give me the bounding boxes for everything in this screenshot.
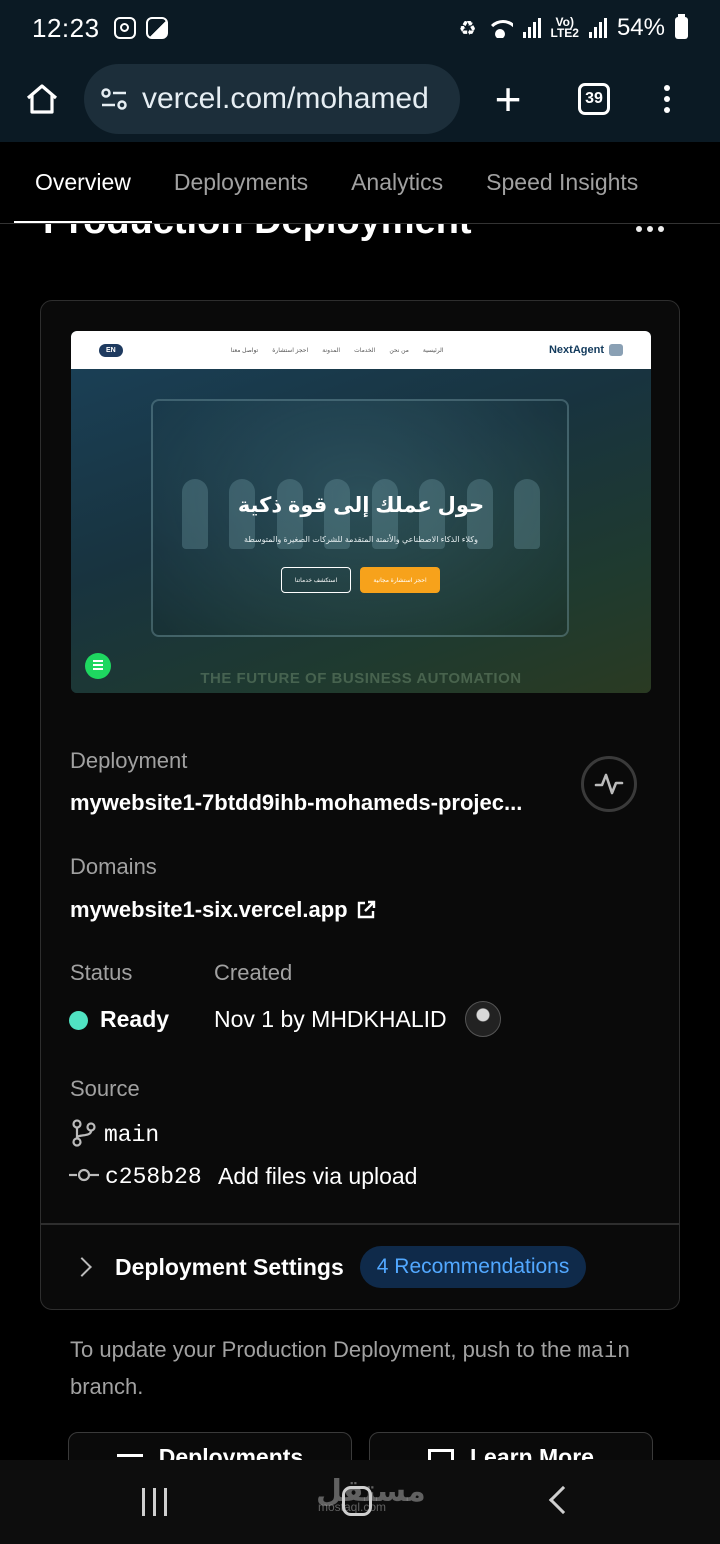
signal-2-icon — [588, 18, 607, 38]
preview-logo: NextAgent — [549, 344, 623, 356]
chevron-right-icon — [72, 1257, 92, 1277]
preview-lang-button: EN — [99, 343, 123, 357]
created-label: Created — [214, 960, 293, 985]
domains-label: Domains — [70, 854, 157, 879]
site-settings-icon[interactable] — [100, 85, 128, 113]
preview-nav-link: الخدمات — [354, 347, 376, 354]
created-value: Nov 1 by MHDKHALID — [214, 1006, 447, 1032]
tab-speed-insights[interactable]: Speed Insights — [486, 142, 638, 223]
status-bar: 12:23 ♻ Vo) LTE2 54% — [0, 0, 720, 56]
git-branch-icon — [72, 1119, 96, 1147]
source-branch[interactable]: main — [104, 1122, 159, 1148]
recommendations-badge[interactable]: 4 Recommendations — [359, 1246, 587, 1288]
preview-nav-link: من نحن — [389, 347, 409, 354]
update-instructions: To update your Production Deployment, pu… — [70, 1337, 631, 1399]
browser-menu-icon[interactable] — [664, 85, 670, 113]
footer-branch-code: main — [577, 1339, 631, 1364]
production-deployment-card: EN تواصل معنا احجز استشارة المدونة الخدم… — [40, 300, 680, 1310]
preview-nav-link: تواصل معنا — [230, 347, 259, 354]
preview-nav-links: تواصل معنا احجز استشارة المدونة الخدمات … — [231, 347, 444, 354]
preview-hero: حول عملك إلى قوة ذكية وكلاء الذكاء الاصط… — [71, 369, 651, 693]
preview-robot-figures — [171, 429, 551, 549]
signal-icon — [522, 18, 541, 38]
battery-percent: 54% — [616, 14, 665, 41]
page-title: Production Deployment — [43, 224, 472, 243]
instagram-notification-icon — [113, 17, 136, 39]
project-tabs: Overview Deployments Analytics Speed Ins… — [0, 142, 720, 224]
back-icon[interactable] — [548, 1485, 578, 1515]
page-title-clip: Production Deployment — [0, 224, 720, 264]
home-button-icon[interactable] — [342, 1486, 372, 1516]
network-type-label: Vo) LTE2 — [550, 15, 579, 40]
battery-icon — [675, 14, 688, 39]
preview-subtitle: وكلاء الذكاء الاصطناعي والأتمتة المتقدمة… — [244, 535, 478, 544]
tab-overview[interactable]: Overview — [14, 142, 152, 223]
author-avatar[interactable] — [465, 1001, 501, 1037]
robot-icon — [609, 344, 623, 356]
activity-icon — [594, 773, 624, 795]
preview-headline: حول عملك إلى قوة ذكية — [237, 494, 485, 517]
external-link-icon — [357, 900, 375, 919]
status-value: Ready — [100, 1006, 170, 1032]
activity-button[interactable] — [581, 756, 637, 812]
preview-secondary-button: استكشف خدماتنا — [281, 567, 351, 593]
tab-switcher-button[interactable]: 39 — [578, 83, 610, 115]
recent-apps-icon[interactable] — [142, 1488, 167, 1516]
home-icon[interactable] — [24, 81, 60, 117]
domain-link[interactable]: mywebsite1-six.vercel.app — [70, 897, 376, 923]
tab-analytics[interactable]: Analytics — [351, 142, 443, 223]
preview-primary-button: احجز استشارة مجانية — [360, 567, 440, 593]
tab-deployments[interactable]: Deployments — [174, 142, 308, 223]
commit-hash[interactable]: c258b28 — [105, 1164, 202, 1190]
git-commit-icon — [69, 1168, 99, 1182]
preview-navbar: EN تواصل معنا احجز استشارة المدونة الخدم… — [71, 331, 651, 369]
recycle-icon: ♻ — [458, 17, 477, 40]
list-icon — [116, 1453, 143, 1457]
preview-banner-text: THE FUTURE OF BUSINESS AUTOMATION — [200, 670, 522, 687]
new-tab-icon[interactable]: + — [490, 76, 526, 122]
url-text[interactable]: vercel.com/mohamed — [142, 82, 429, 116]
deployment-settings-toggle[interactable]: Deployment Settings 4 Recommendations — [41, 1225, 679, 1309]
deployment-url-link[interactable]: mywebsite1-7btdd9ihb-mohameds-projec... — [70, 790, 522, 816]
more-options-icon[interactable] — [636, 226, 664, 232]
preview-chat-badge-icon — [85, 653, 111, 679]
wifi-icon — [486, 18, 513, 38]
source-label: Source — [70, 1076, 140, 1101]
gallery-notification-icon — [145, 17, 168, 39]
preview-nav-link: المدونة — [322, 347, 341, 354]
deployment-settings-label: Deployment Settings — [115, 1253, 344, 1280]
system-navigation-bar: مستقل mostaql.com — [0, 1460, 720, 1544]
deployment-preview[interactable]: EN تواصل معنا احجز استشارة المدونة الخدم… — [71, 331, 651, 693]
status-label: Status — [70, 960, 133, 985]
preview-nav-link: احجز استشارة — [272, 347, 309, 354]
deployment-label: Deployment — [70, 748, 188, 773]
preview-nav-link: الرئيسية — [422, 347, 444, 354]
status-ready-indicator — [69, 1011, 88, 1030]
clock: 12:23 — [32, 12, 100, 43]
address-bar[interactable]: vercel.com/mohamed — [84, 64, 460, 134]
commit-message[interactable]: Add files via upload — [218, 1163, 417, 1190]
browser-toolbar: vercel.com/mohamed + 39 — [0, 56, 720, 142]
